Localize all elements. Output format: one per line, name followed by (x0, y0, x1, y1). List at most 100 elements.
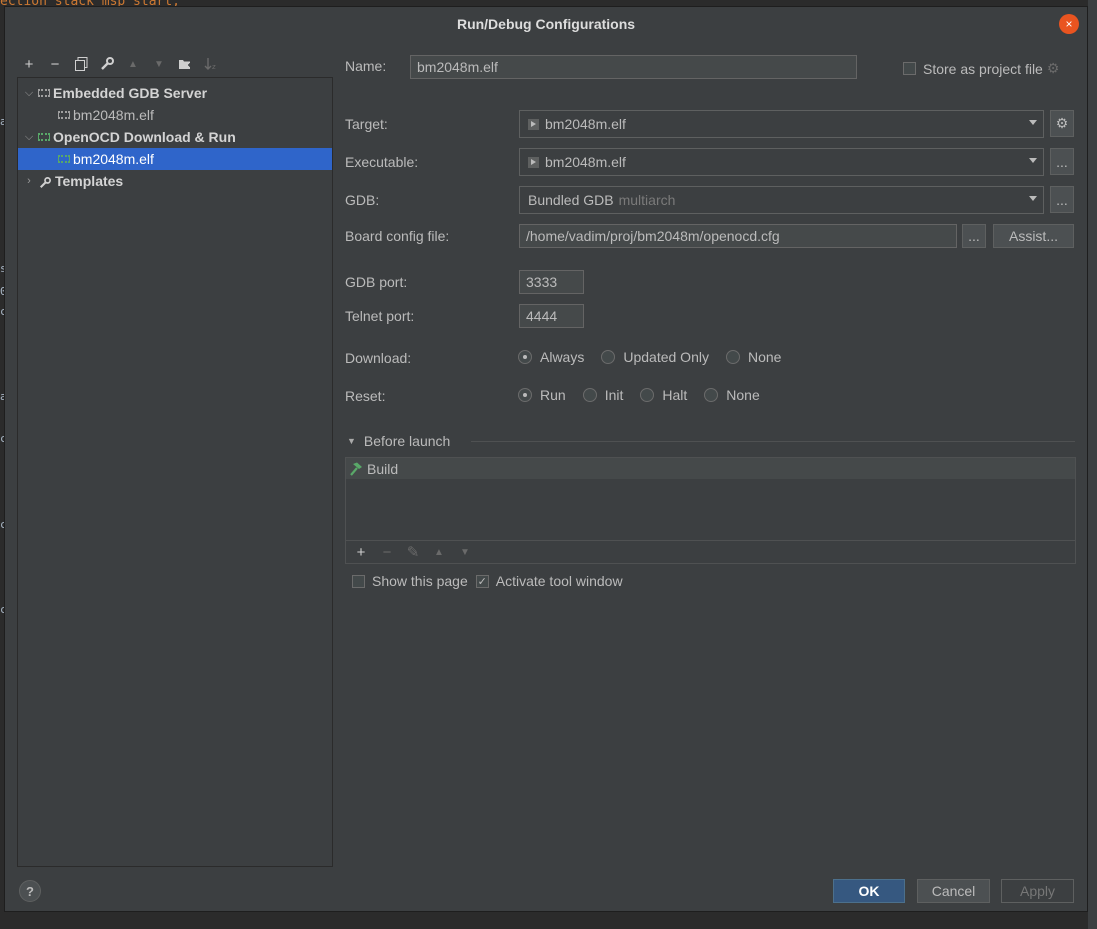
show-page-checkbox[interactable] (352, 574, 365, 588)
tree-node-openocd[interactable]: ⌵ OpenOCD Download & Run (18, 126, 332, 148)
sort-icon[interactable]: z (201, 55, 221, 73)
dialog-title: Run/Debug Configurations (456, 16, 636, 32)
play-icon (528, 118, 539, 130)
reset-halt-radio[interactable] (640, 388, 655, 402)
tree-node-label: Templates (55, 173, 124, 189)
wrench-icon (38, 176, 52, 189)
tree-node-config[interactable]: bm2048m.elf (18, 104, 332, 126)
reset-run-radio[interactable] (518, 388, 532, 402)
chip-icon (58, 111, 70, 119)
gdb-select[interactable]: Bundled GDB multiarch (519, 186, 1044, 214)
assist-button[interactable]: Assist... (993, 224, 1074, 248)
chevron-down-icon (1029, 158, 1037, 163)
move-down-icon[interactable]: ▼ (149, 55, 169, 73)
move-up-icon[interactable]: ▲ (430, 543, 448, 561)
gear-icon: ⚙ (1055, 115, 1069, 131)
gdb-hint: multiarch (618, 192, 676, 208)
cancel-button[interactable]: Cancel (917, 879, 990, 903)
play-icon (528, 156, 539, 168)
name-field[interactable]: bm2048m.elf (410, 55, 857, 79)
background-side-panel (1088, 0, 1097, 929)
ok-button[interactable]: OK (833, 879, 905, 903)
reset-label: Reset: (345, 388, 386, 404)
move-down-icon[interactable]: ▼ (456, 543, 474, 561)
board-config-label: Board config file: (345, 228, 450, 244)
move-up-icon[interactable]: ▲ (123, 55, 143, 73)
tree-node-templates[interactable]: › Templates (18, 170, 332, 192)
list-item[interactable]: Build (346, 458, 1075, 479)
chevron-down-icon[interactable]: ⌵ (22, 131, 36, 144)
store-project-option[interactable]: Store as project file ⚙ (903, 60, 1059, 77)
tree-node-config-selected[interactable]: bm2048m.elf (18, 148, 332, 170)
target-value: bm2048m.elf (545, 116, 626, 132)
apply-button[interactable]: Apply (1001, 879, 1074, 903)
show-page-label: Show this page (372, 573, 468, 589)
target-select[interactable]: bm2048m.elf (519, 110, 1044, 138)
radio-label: Run (540, 387, 566, 403)
reset-none-radio[interactable] (704, 388, 719, 402)
download-none-radio[interactable] (725, 350, 740, 364)
copy-config-icon[interactable] (71, 55, 91, 73)
radio-label: Always (540, 349, 585, 365)
reset-init-radio[interactable] (582, 388, 597, 402)
chevron-down-icon (1029, 120, 1037, 125)
executable-label: Executable: (345, 154, 419, 170)
tree-node-embedded-gdb[interactable]: ⌵ Embedded GDB Server (18, 82, 332, 104)
wrench-icon[interactable] (97, 55, 117, 73)
download-label: Download: (345, 350, 412, 366)
chevron-down-icon: ▼ (347, 436, 356, 446)
download-radio-group: Always Updated Only None (518, 349, 798, 365)
radio-label: Init (604, 387, 624, 403)
hammer-icon (348, 462, 363, 476)
tree-node-label: OpenOCD Download & Run (53, 129, 236, 145)
add-task-button[interactable]: + (352, 543, 370, 561)
radio-label: Updated Only (623, 349, 709, 365)
store-project-checkbox[interactable] (903, 62, 916, 75)
dialog-titlebar: Run/Debug Configurations × (5, 7, 1087, 41)
new-folder-icon[interactable] (175, 55, 195, 73)
target-label: Target: (345, 116, 388, 132)
gdb-browse-button[interactable]: ... (1050, 186, 1074, 213)
before-launch-toolbar: + − ✎ ▲ ▼ (346, 540, 1075, 563)
before-launch-header[interactable]: ▼ Before launch (347, 433, 450, 449)
radio-label: None (747, 349, 782, 365)
remove-task-button[interactable]: − (378, 543, 396, 561)
executable-value: bm2048m.elf (545, 154, 626, 170)
telnet-port-label: Telnet port: (345, 308, 415, 324)
store-project-label: Store as project file (923, 60, 1043, 77)
chip-icon (38, 133, 50, 141)
chip-icon (58, 155, 70, 163)
executable-select[interactable]: bm2048m.elf (519, 148, 1044, 176)
radio-label: None (726, 387, 760, 403)
remove-config-button[interactable]: − (45, 55, 65, 73)
svg-text:z: z (212, 63, 216, 71)
download-always-radio[interactable] (518, 350, 532, 364)
telnet-port-field[interactable]: 4444 (519, 304, 584, 328)
tree-node-label: Embedded GDB Server (53, 85, 208, 101)
config-toolbar: + − ▲ ▼ z (19, 55, 221, 73)
activate-window-checkbox[interactable]: ✓ (475, 574, 489, 588)
tree-node-label: bm2048m.elf (73, 107, 154, 123)
close-icon[interactable]: × (1059, 14, 1079, 34)
add-config-button[interactable]: + (19, 55, 39, 73)
chevron-down-icon[interactable]: ⌵ (22, 87, 36, 100)
list-item-label: Build (367, 460, 399, 477)
board-browse-button[interactable]: ... (962, 224, 986, 248)
chip-icon (38, 89, 50, 97)
chevron-right-icon[interactable]: › (22, 175, 36, 187)
edit-task-icon[interactable]: ✎ (404, 543, 422, 561)
run-debug-dialog: Run/Debug Configurations × + − ▲ ▼ z ⌵ E… (4, 6, 1088, 912)
executable-browse-button[interactable]: ... (1050, 148, 1074, 175)
download-updated-radio[interactable] (601, 350, 616, 364)
activate-window-label: Activate tool window (495, 573, 623, 589)
board-config-field[interactable]: /home/vadim/proj/bm2048m/openocd.cfg (519, 224, 957, 248)
gear-icon[interactable]: ⚙ (1047, 60, 1060, 77)
name-label: Name: (345, 58, 387, 74)
target-settings-button[interactable]: ⚙ (1050, 110, 1074, 137)
gdb-port-field[interactable]: 3333 (519, 270, 584, 294)
tree-node-label: bm2048m.elf (73, 151, 154, 167)
launch-options: Show this page ✓ Activate tool window (352, 573, 623, 589)
help-button[interactable]: ? (19, 880, 41, 902)
reset-radio-group: Run Init Halt None (518, 387, 777, 403)
chevron-down-icon (1029, 196, 1037, 201)
